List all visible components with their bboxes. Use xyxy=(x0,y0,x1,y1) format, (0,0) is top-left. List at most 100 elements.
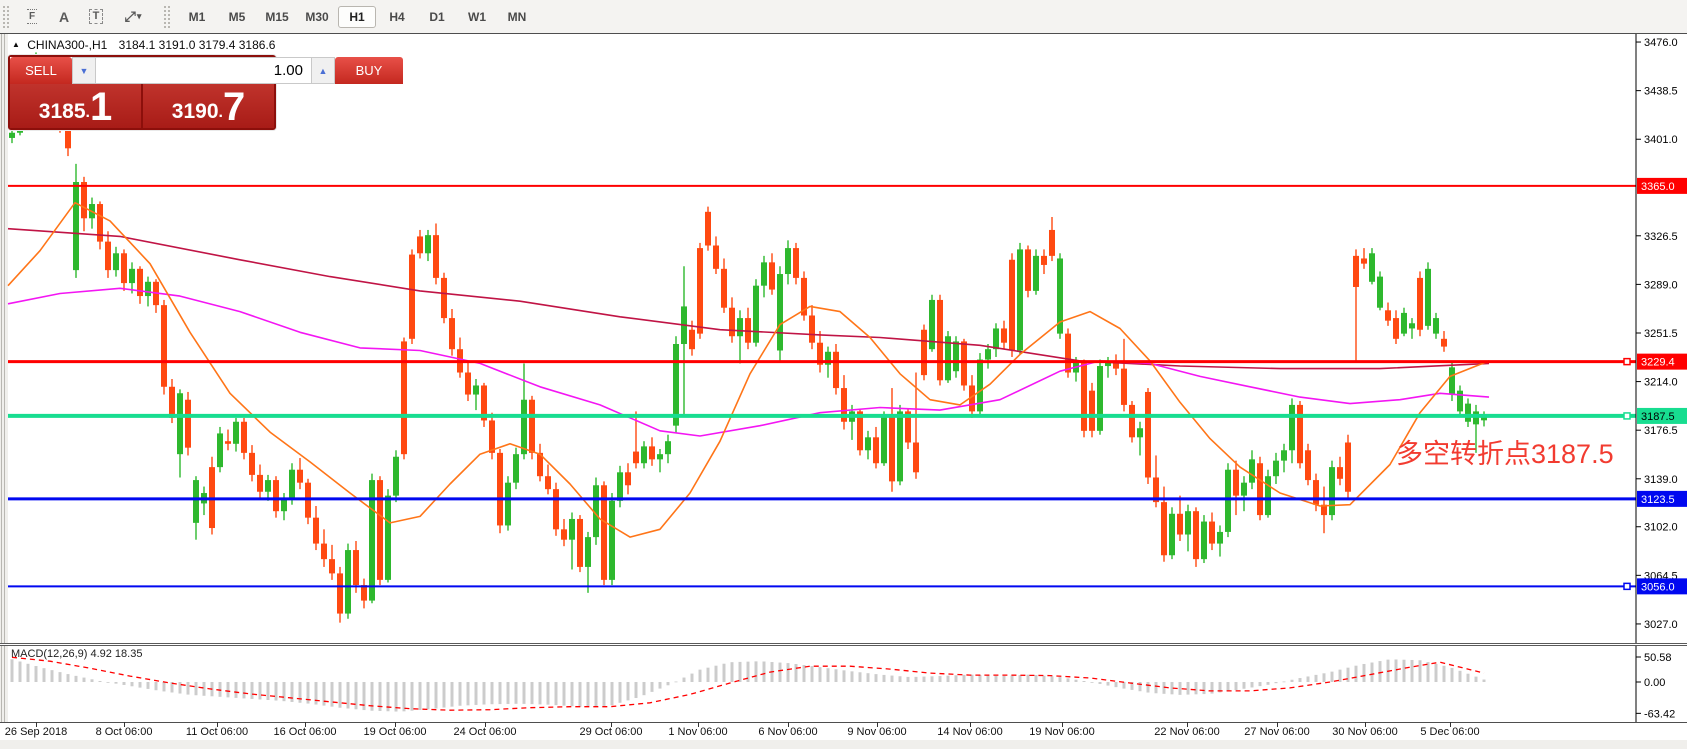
macd-histogram-bar xyxy=(563,682,566,706)
timeframe-m5-button[interactable]: M5 xyxy=(218,6,256,28)
price-tick-label: 3139.0 xyxy=(1644,474,1678,486)
macd-histogram-bar xyxy=(643,682,646,695)
price-tick-label: 3027.0 xyxy=(1644,619,1678,631)
macd-histogram-bar xyxy=(475,682,478,705)
macd-histogram-bar xyxy=(1075,680,1078,682)
toolbar: F A T ⤢ ▾ M1M5M15M30H1H4D1W1MN xyxy=(0,0,1687,34)
candle xyxy=(1161,502,1167,555)
macd-histogram-bar xyxy=(635,682,638,698)
macd-histogram-bar xyxy=(1203,682,1206,694)
macd-histogram-bar xyxy=(515,682,518,704)
macd-histogram-bar xyxy=(195,682,198,695)
candle xyxy=(353,550,359,585)
candle xyxy=(1233,470,1239,496)
toolbar-drag-handle[interactable] xyxy=(3,6,10,28)
candle xyxy=(273,480,279,511)
macd-histogram-bar xyxy=(1475,677,1478,682)
collapse-triangle-icon[interactable]: ▲ xyxy=(12,40,20,49)
timeframe-h4-button[interactable]: H4 xyxy=(378,6,416,28)
candle xyxy=(1337,467,1343,479)
lot-size-input[interactable] xyxy=(96,57,311,84)
line-anchor[interactable] xyxy=(1624,413,1630,419)
sell-button[interactable]: SELL xyxy=(10,57,72,84)
time-label: 11 Oct 06:00 xyxy=(186,726,248,738)
candle xyxy=(625,472,631,485)
candle xyxy=(337,573,343,613)
chart-header: ▲ CHINA300-,H1 3184.1 3191.0 3179.4 3186… xyxy=(12,38,275,52)
candle xyxy=(489,420,495,452)
candle xyxy=(225,441,231,444)
macd-histogram-bar xyxy=(1323,673,1326,682)
candle xyxy=(1329,467,1335,515)
macd-histogram-bar xyxy=(683,678,686,682)
timeframe-w1-button[interactable]: W1 xyxy=(458,6,496,28)
macd-histogram-bar xyxy=(947,676,950,682)
time-axis[interactable]: 26 Sep 20188 Oct 06:0011 Oct 06:0016 Oct… xyxy=(0,722,1687,740)
candle xyxy=(1377,277,1383,308)
candle xyxy=(1401,313,1407,334)
candle xyxy=(289,470,295,499)
macd-histogram-bar xyxy=(243,682,246,698)
macd-histogram-bar xyxy=(1067,678,1070,682)
macd-histogram-bar xyxy=(483,682,486,705)
price-tick-label: 3102.0 xyxy=(1644,522,1678,534)
lot-decrease-button[interactable]: ▼ xyxy=(72,57,96,84)
candle xyxy=(1465,404,1471,422)
macd-histogram-bar xyxy=(411,682,414,711)
candle xyxy=(1209,522,1215,544)
sell-price[interactable]: 3185.1 xyxy=(10,84,141,128)
buy-button[interactable]: BUY xyxy=(335,57,403,84)
timeframe-h1-button[interactable]: H1 xyxy=(338,6,376,28)
macd-histogram-bar xyxy=(43,668,46,682)
lot-increase-button[interactable]: ▲ xyxy=(311,57,335,84)
candle xyxy=(1097,366,1103,431)
candle xyxy=(1417,278,1423,330)
candle xyxy=(1305,450,1311,480)
time-label: 6 Nov 06:00 xyxy=(758,726,817,738)
candle xyxy=(1297,405,1303,463)
fibonacci-tool-icon[interactable]: F xyxy=(18,4,46,30)
candle xyxy=(241,422,247,453)
macd-histogram-bar xyxy=(1211,682,1214,694)
timeframe-m15-button[interactable]: M15 xyxy=(258,6,296,28)
timeframe-m30-button[interactable]: M30 xyxy=(298,6,336,28)
line-anchor[interactable] xyxy=(1624,359,1630,365)
time-label: 19 Nov 06:00 xyxy=(1029,726,1094,738)
toolbar-separator-handle[interactable] xyxy=(164,6,171,28)
macd-histogram-bar xyxy=(1395,659,1398,682)
candle xyxy=(1033,256,1039,291)
macd-histogram-bar xyxy=(995,676,998,682)
timeframe-mn-button[interactable]: MN xyxy=(498,6,536,28)
arrow-tool-icon[interactable]: ⤢ ▾ xyxy=(114,4,152,30)
macd-tick-label: 0.00 xyxy=(1644,677,1665,689)
macd-histogram-bar xyxy=(923,677,926,682)
macd-histogram-bar xyxy=(523,682,526,704)
candle xyxy=(1065,334,1071,373)
macd-histogram-bar xyxy=(859,672,862,682)
timeframe-m1-button[interactable]: M1 xyxy=(178,6,216,28)
candle xyxy=(753,286,759,343)
candle xyxy=(833,352,839,388)
text-box-icon[interactable]: T xyxy=(82,4,110,30)
buy-price[interactable]: 3190.7 xyxy=(143,84,274,128)
line-anchor[interactable] xyxy=(1624,583,1630,589)
text-label-icon[interactable]: A xyxy=(50,4,78,30)
candle xyxy=(1089,391,1095,431)
mt4-window: F A T ⤢ ▾ M1M5M15M30H1H4D1W1MN ▲ CHINA30… xyxy=(0,0,1687,749)
candle xyxy=(313,518,319,544)
macd-histogram-bar xyxy=(1371,663,1374,682)
candle xyxy=(105,242,111,271)
macd-histogram-bar xyxy=(899,676,902,682)
macd-histogram-bar xyxy=(1099,682,1102,684)
candle xyxy=(1353,256,1359,287)
candle xyxy=(1449,367,1455,394)
macd-panel[interactable]: 50.580.00-63.42 xyxy=(0,646,1687,722)
candle xyxy=(1145,392,1151,478)
timeframe-d1-button[interactable]: D1 xyxy=(418,6,456,28)
macd-histogram-bar xyxy=(907,677,910,682)
candle xyxy=(185,400,191,448)
time-label: 9 Nov 06:00 xyxy=(847,726,906,738)
candle xyxy=(433,235,439,278)
annotation-text[interactable]: 多空转折点3187.5 xyxy=(1396,432,1614,471)
macd-histogram-bar xyxy=(1379,661,1382,682)
